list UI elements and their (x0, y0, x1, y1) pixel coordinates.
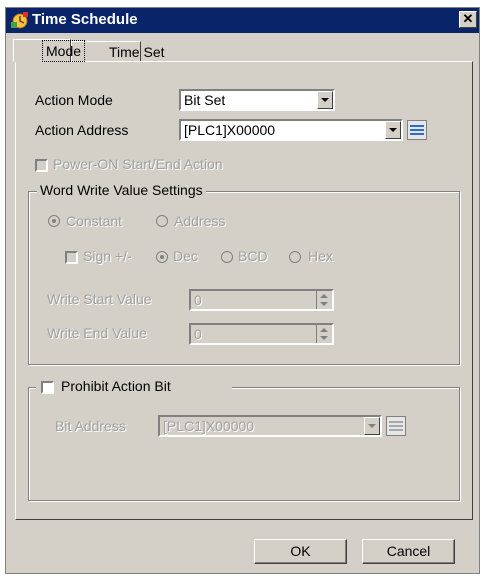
write-start-input[interactable]: 0 (189, 289, 334, 311)
bcd-radio[interactable] (221, 251, 233, 263)
bit-address-select[interactable]: [PLC1]X00000 (158, 415, 382, 437)
action-mode-label: Action Mode (35, 92, 113, 108)
dec-label: Dec (173, 248, 198, 264)
spinner-icon[interactable] (316, 325, 332, 343)
constant-label: Constant (66, 213, 123, 229)
chevron-down-icon[interactable] (317, 91, 333, 109)
dec-radio[interactable] (156, 251, 168, 263)
close-icon: ✕ (462, 11, 474, 26)
time-schedule-dialog: Time Schedule ✕ Mode Time Set Action Mod… (5, 7, 480, 574)
write-end-label: Write End Value (47, 325, 147, 341)
chevron-down-icon[interactable] (364, 417, 380, 435)
ok-button[interactable]: OK (254, 539, 347, 564)
write-start-value: 0 (194, 292, 202, 308)
bit-address-label: Bit Address (55, 418, 126, 434)
spinner-icon[interactable] (316, 291, 332, 309)
tab-mode[interactable]: Mode (13, 39, 86, 62)
schedule-icon (11, 12, 28, 29)
sign-checkbox[interactable] (65, 251, 78, 264)
address-label: Address (174, 213, 226, 229)
word-write-title: Word Write Value Settings (37, 182, 206, 198)
bit-address-value: [PLC1]X00000 (163, 418, 255, 434)
action-mode-value: Bit Set (184, 92, 226, 108)
power-on-checkbox[interactable] (35, 159, 48, 172)
chevron-down-icon[interactable] (385, 121, 401, 139)
prohibit-checkbox[interactable] (41, 381, 54, 394)
title-bar: Time Schedule ✕ (6, 8, 479, 33)
hex-label: Hex (308, 248, 333, 264)
window-title: Time Schedule (32, 11, 138, 28)
write-end-value: 0 (194, 326, 202, 342)
action-address-select[interactable]: [PLC1]X00000 (179, 119, 403, 141)
bcd-label: BCD (238, 248, 268, 264)
prohibit-label: Prohibit Action Bit (61, 378, 171, 394)
power-on-label: Power-ON Start/End Action (53, 156, 223, 172)
address-radio[interactable] (156, 215, 168, 227)
action-address-value: [PLC1]X00000 (184, 122, 276, 138)
action-address-label: Action Address (35, 122, 129, 138)
close-button[interactable]: ✕ (459, 11, 477, 28)
tab-time-set-label: Time Set (109, 44, 165, 60)
action-mode-select[interactable]: Bit Set (179, 89, 335, 111)
input-address-icon[interactable] (386, 416, 406, 436)
mode-panel: Action Mode Bit Set Action Address [PLC1… (15, 61, 473, 520)
tab-mode-label: Mode (42, 40, 86, 62)
sign-label: Sign +/- (83, 248, 132, 264)
write-end-input[interactable]: 0 (189, 323, 334, 345)
constant-radio[interactable] (48, 215, 60, 227)
cancel-button[interactable]: Cancel (362, 539, 455, 564)
hex-radio[interactable] (289, 251, 301, 263)
input-address-icon[interactable] (407, 120, 427, 140)
prohibit-group (28, 387, 460, 501)
write-start-label: Write Start Value (47, 291, 152, 307)
